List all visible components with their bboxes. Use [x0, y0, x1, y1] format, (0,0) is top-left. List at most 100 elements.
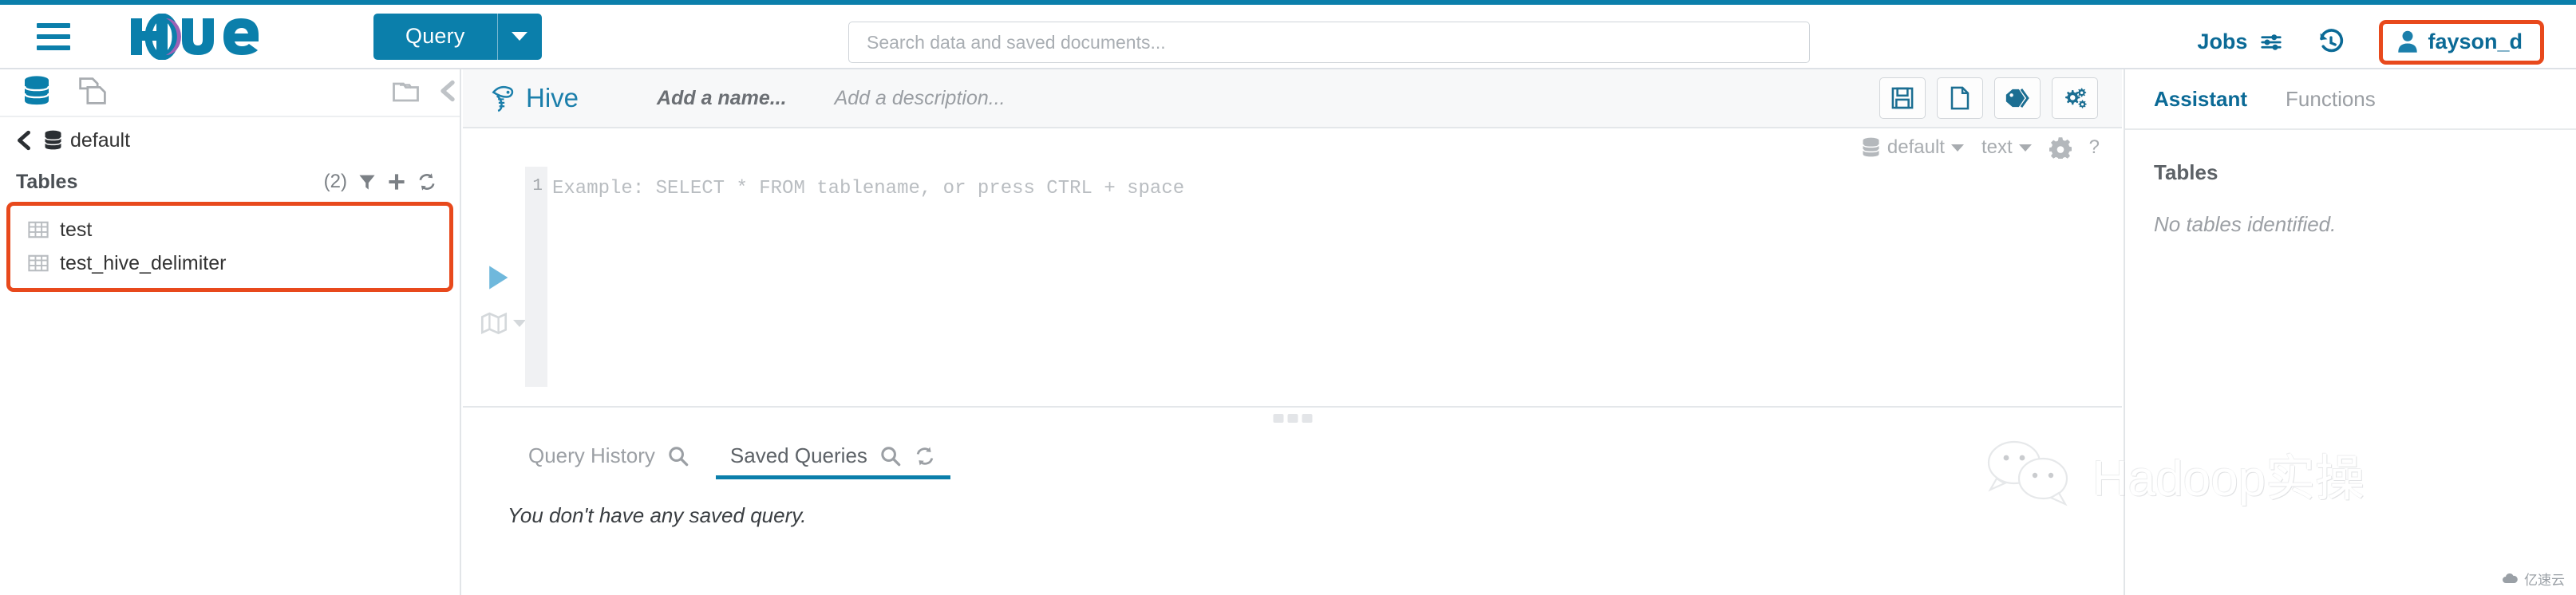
query-button-group[interactable]: Query [373, 13, 542, 60]
query-plan-button[interactable] [480, 312, 526, 334]
tab-assistant[interactable]: Assistant [2154, 87, 2247, 112]
search-icon[interactable] [880, 446, 901, 467]
tab-functions[interactable]: Functions [2286, 87, 2376, 112]
editor-pane: Hive Add a name... Add a description... [463, 69, 2122, 595]
editor-settings-button[interactable] [2049, 136, 2072, 159]
result-format-label: text [1981, 136, 2013, 158]
gears-icon [2065, 88, 2087, 108]
user-menu[interactable]: fayson_d [2379, 19, 2544, 65]
table-name: test [60, 218, 93, 241]
results-tabs: Query History Saved Queries [463, 427, 2122, 479]
hamburger-icon[interactable] [37, 22, 70, 50]
query-description-input[interactable]: Add a description... [835, 87, 1006, 110]
editor-options-bar: default text ? [463, 128, 2122, 167]
help-button[interactable]: ? [2089, 136, 2100, 159]
code-placeholder: Example: SELECT * FROM tablename, or pre… [552, 178, 1185, 199]
breadcrumb-back-button[interactable] [14, 129, 34, 152]
run-query-button[interactable] [485, 264, 511, 295]
tab-saved-queries-label: Saved Queries [729, 443, 867, 467]
tab-saved-queries[interactable]: Saved Queries [709, 443, 957, 479]
documents-icon[interactable] [77, 75, 109, 111]
folder-open-icon[interactable] [391, 77, 423, 109]
sidebar-source-switcher [0, 69, 460, 117]
tables-title: Tables [16, 170, 78, 193]
sliders-icon [2261, 33, 2282, 50]
global-header: Query Jobs [0, 5, 2576, 69]
clock-rotate-left-icon [2320, 28, 2344, 52]
chevron-left-icon [18, 130, 30, 151]
hue-logo[interactable] [124, 13, 284, 61]
breadcrumb: default [0, 117, 460, 164]
database-icon [44, 130, 62, 150]
chevron-down-icon [513, 319, 526, 327]
table-icon [28, 254, 49, 272]
user-icon [2398, 30, 2418, 53]
drag-dots-handle[interactable] [1273, 414, 1312, 423]
search-input[interactable] [848, 22, 1810, 63]
jobs-link[interactable]: Jobs [2197, 30, 2285, 54]
gear-icon [2049, 137, 2072, 159]
assistant-tabs: Assistant Functions [2125, 69, 2576, 130]
database-icon [1862, 137, 1880, 157]
database-selector-label: default [1887, 136, 1945, 158]
map-fold-icon [480, 312, 508, 334]
code-editor: 1 Example: SELECT * FROM tablename, or p… [463, 167, 2122, 406]
filter-icon[interactable] [358, 172, 377, 191]
jobs-label: Jobs [2197, 30, 2248, 53]
save-button[interactable] [1879, 77, 1926, 119]
tables-list-highlight: test test_hive_delimiter [6, 202, 453, 292]
file-blank-icon [1950, 86, 1970, 110]
editor-action-column [463, 167, 526, 406]
tables-header-actions: (2) [324, 171, 437, 193]
tag-button[interactable] [1994, 77, 2041, 119]
assistant-section-title: Tables [2154, 160, 2218, 184]
table-name: test_hive_delimiter [60, 251, 227, 274]
engine-selector[interactable]: Hive [488, 83, 579, 113]
database-icon[interactable] [22, 75, 51, 111]
refresh-icon[interactable] [417, 172, 437, 191]
breadcrumb-database[interactable]: default [43, 129, 130, 152]
saved-queries-empty-message: You don't have any saved query. [508, 503, 807, 527]
chevron-left-icon [441, 80, 455, 101]
hue-editor-app: Query Jobs [0, 0, 2576, 595]
header-actions: Jobs fayson_d [2197, 10, 2544, 74]
search-icon[interactable] [668, 446, 689, 467]
engine-label: Hive [526, 83, 579, 112]
tab-query-history-label: Query History [528, 443, 655, 467]
chevron-down-icon [1950, 144, 1964, 152]
database-selector[interactable]: default [1861, 136, 1964, 159]
tables-count: (2) [323, 171, 347, 192]
tab-query-history[interactable]: Query History [508, 443, 709, 479]
chevron-down-icon [512, 32, 528, 41]
play-triangle-icon [489, 266, 508, 290]
floppy-save-icon [1891, 87, 1914, 109]
editor-text-area[interactable]: Example: SELECT * FROM tablename, or pre… [552, 178, 1184, 199]
global-search [848, 22, 1810, 63]
list-item[interactable]: test [10, 213, 449, 246]
editor-gutter: 1 [525, 167, 547, 387]
new-document-button[interactable] [1937, 77, 1983, 119]
question-mark-icon: ? [2088, 136, 2100, 158]
hive-bee-icon [492, 85, 514, 112]
refresh-icon[interactable] [914, 446, 936, 467]
assistant-panel: Assistant Functions Tables No tables ide… [2124, 69, 2576, 595]
username-label: fayson_d [2428, 29, 2523, 53]
query-name-input[interactable]: Add a name... [657, 87, 787, 110]
hue-logo-icon [131, 13, 259, 60]
editor-header: Hive Add a name... Add a description... [463, 69, 2122, 128]
line-number: 1 [532, 177, 543, 195]
result-format-selector[interactable]: text [1981, 136, 2032, 159]
tag-icon [2005, 89, 2029, 108]
sidebar-collapse-icon[interactable] [437, 79, 458, 107]
query-dropdown-toggle[interactable] [496, 13, 542, 60]
query-button[interactable]: Query [373, 14, 497, 60]
editor-splitter[interactable] [463, 406, 2122, 427]
assistant-empty-message: No tables identified. [2154, 212, 2337, 236]
job-history-button[interactable] [2317, 28, 2345, 57]
breadcrumb-label: default [70, 128, 131, 152]
left-sidebar: default Tables (2) test test_hive_delimi… [0, 69, 461, 595]
list-item[interactable]: test_hive_delimiter [10, 246, 449, 280]
plus-icon[interactable] [387, 172, 406, 191]
chevron-down-icon [2018, 144, 2032, 152]
settings-button[interactable] [2052, 77, 2098, 119]
